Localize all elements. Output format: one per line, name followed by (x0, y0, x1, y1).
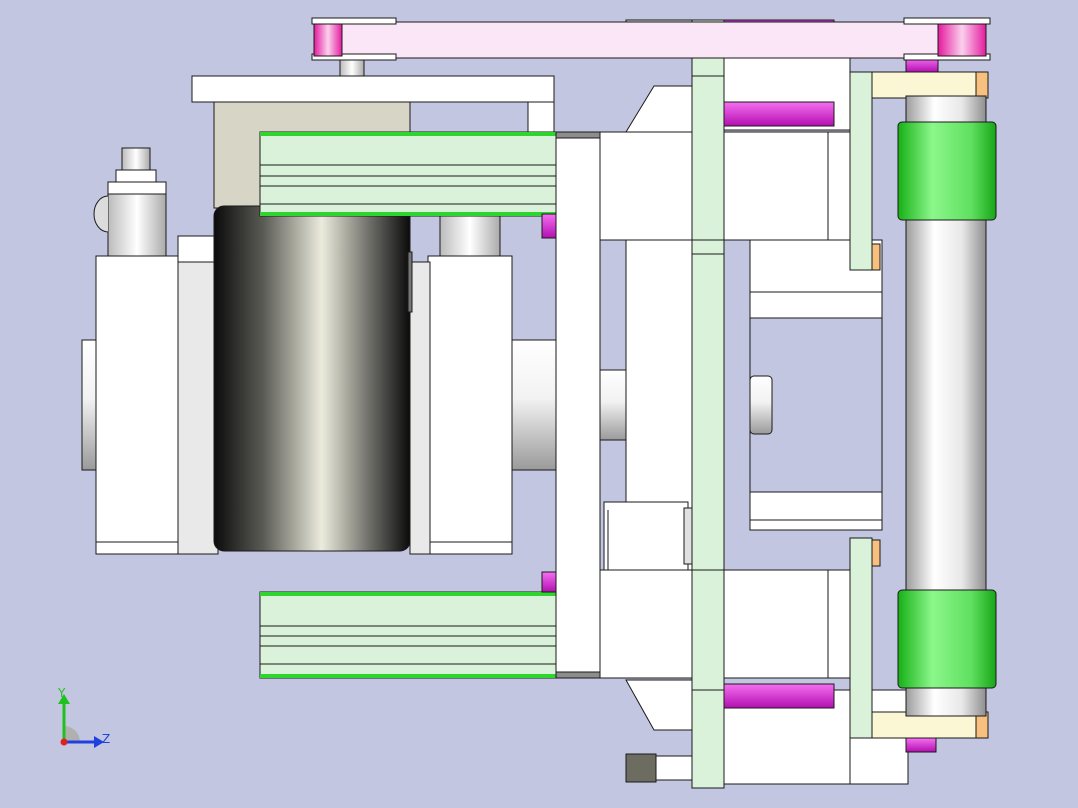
slide-rail-bottom[interactable] (259, 591, 557, 679)
z-axis-label: Z (102, 732, 111, 746)
magenta-block (541, 571, 557, 593)
coordinate-triad: Y Z (50, 686, 120, 752)
timing-belt[interactable] (311, 17, 991, 61)
magenta-block (541, 213, 557, 239)
guide-bar[interactable] (691, 19, 725, 789)
slide-rail-top[interactable] (259, 131, 557, 217)
cad-viewport[interactable]: Y Z (0, 0, 1078, 808)
angled-bracket-bottom (625, 679, 693, 731)
assembly-drawing[interactable] (0, 0, 1078, 808)
angled-bracket-top (625, 85, 693, 133)
drive-roller[interactable] (897, 57, 997, 753)
x-axis-dot (60, 738, 68, 746)
y-axis-label: Y (58, 686, 66, 700)
